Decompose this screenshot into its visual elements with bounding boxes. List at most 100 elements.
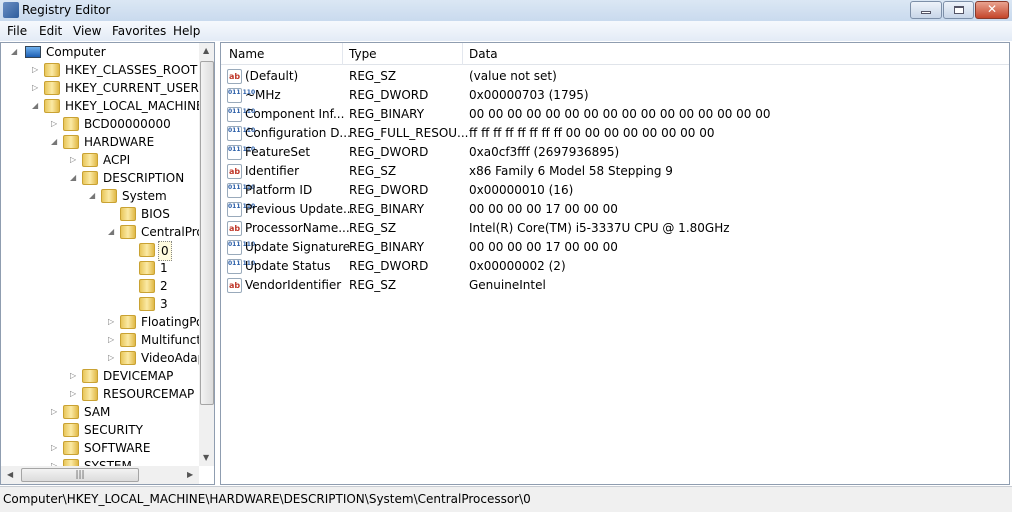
value-row[interactable]: ab VendorIdentifier REG_SZ GenuineIntel xyxy=(225,276,1005,295)
collapsed-arrow-icon[interactable]: ▷ xyxy=(51,115,59,133)
column-header-name[interactable]: Name xyxy=(229,47,264,61)
column-header-type[interactable]: Type xyxy=(349,47,377,61)
binary-value-icon: 011 110 xyxy=(227,145,255,160)
collapsed-arrow-icon[interactable]: ▷ xyxy=(70,367,78,385)
tree-item[interactable]: ▷ SAM xyxy=(1,403,199,421)
tree-item[interactable]: ▷ RESOURCEMAP xyxy=(1,385,199,403)
column-divider[interactable] xyxy=(462,43,463,65)
expanded-arrow-icon[interactable]: ◢ xyxy=(70,169,78,187)
value-row[interactable]: 011 110 Previous Update... REG_BINARY 00… xyxy=(225,200,1005,219)
folder-icon xyxy=(82,387,98,401)
value-row[interactable]: 011 110 Update Signature REG_BINARY 00 0… xyxy=(225,238,1005,257)
expanded-arrow-icon[interactable]: ◢ xyxy=(51,133,59,151)
tree-item[interactable]: ▷ ACPI xyxy=(1,151,199,169)
expanded-arrow-icon[interactable]: ◢ xyxy=(89,187,97,205)
tree-item-label: 0 xyxy=(158,241,172,261)
tree-item[interactable]: ▷ HKEY_CURRENT_USER xyxy=(1,79,199,97)
tree-item[interactable]: 1 xyxy=(1,259,199,277)
tree-item[interactable]: ◢ Computer xyxy=(1,43,199,61)
menu-favorites[interactable]: Favorites xyxy=(112,24,166,38)
scroll-down-icon[interactable]: ▼ xyxy=(203,453,209,462)
menu-bar: File Edit View Favorites Help xyxy=(0,21,1012,41)
tree-item-label: CentralPro xyxy=(141,225,204,239)
tree-horizontal-scroll-thumb[interactable]: ||| xyxy=(21,468,139,482)
value-row[interactable]: 011 110 Component Inf... REG_BINARY 00 0… xyxy=(225,105,1005,124)
collapsed-arrow-icon[interactable]: ▷ xyxy=(70,385,78,403)
collapsed-arrow-icon[interactable]: ▷ xyxy=(108,349,116,367)
tree-item[interactable]: 0 xyxy=(1,241,199,261)
tree-item[interactable]: 3 xyxy=(1,295,199,313)
minimize-button[interactable] xyxy=(910,1,942,19)
folder-icon xyxy=(63,135,79,149)
value-row[interactable]: ab Identifier REG_SZ x86 Family 6 Model … xyxy=(225,162,1005,181)
tree-item-label: BCD00000000 xyxy=(84,117,171,131)
expanded-arrow-icon[interactable]: ◢ xyxy=(11,43,19,61)
value-row[interactable]: 011 110 Configuration D... REG_FULL_RESO… xyxy=(225,124,1005,143)
folder-icon xyxy=(120,333,136,347)
value-name: Component Inf... xyxy=(245,107,345,121)
tree-horizontal-scrollbar[interactable]: ◀ ||| ▶ xyxy=(1,466,199,484)
value-row[interactable]: 011 110 FeatureSet REG_DWORD 0xa0cf3fff … xyxy=(225,143,1005,162)
value-type: REG_DWORD xyxy=(349,259,429,273)
value-name: Platform ID xyxy=(245,183,313,197)
menu-file[interactable]: File xyxy=(7,24,27,38)
collapsed-arrow-icon[interactable]: ▷ xyxy=(70,151,78,169)
maximize-button[interactable] xyxy=(943,1,974,19)
tree-item[interactable]: BIOS xyxy=(1,205,199,223)
values-list[interactable]: Name Type Data ab (Default) REG_SZ (valu… xyxy=(220,42,1010,485)
scroll-up-icon[interactable]: ▲ xyxy=(203,46,209,55)
tree-vertical-scroll-thumb[interactable] xyxy=(200,61,214,405)
value-row[interactable]: 011 110 Update Status REG_DWORD 0x000000… xyxy=(225,257,1005,276)
close-button[interactable]: ✕ xyxy=(975,1,1009,19)
collapsed-arrow-icon[interactable]: ▷ xyxy=(51,403,59,421)
menu-help[interactable]: Help xyxy=(173,24,200,38)
tree-item[interactable]: ▷ DEVICEMAP xyxy=(1,367,199,385)
value-row[interactable]: 011 110 ~MHz REG_DWORD 0x00000703 (1795) xyxy=(225,86,1005,105)
tree-item[interactable]: 2 xyxy=(1,277,199,295)
string-value-icon: ab xyxy=(227,278,242,293)
tree-item[interactable]: ◢ HARDWARE xyxy=(1,133,199,151)
tree-item[interactable]: ◢ CentralPro xyxy=(1,223,204,241)
tree-item[interactable]: ◢ System xyxy=(1,187,199,205)
folder-icon xyxy=(82,171,98,185)
value-name: Update Status xyxy=(245,259,331,273)
tree-item[interactable]: SECURITY xyxy=(1,421,199,439)
value-type: REG_FULL_RESOU... xyxy=(349,126,469,140)
collapsed-arrow-icon[interactable]: ▷ xyxy=(51,439,59,457)
folder-icon xyxy=(139,279,155,293)
tree-item[interactable]: ▷ FloatingPo xyxy=(1,313,203,331)
tree-item[interactable]: ▷ HKEY_CLASSES_ROOT xyxy=(1,61,199,79)
tree-item-label: SOFTWARE xyxy=(84,441,151,455)
column-header-data[interactable]: Data xyxy=(469,47,498,61)
collapsed-arrow-icon[interactable]: ▷ xyxy=(108,331,116,349)
tree-item[interactable]: ▷ VideoAdap xyxy=(1,349,205,367)
value-name: ~MHz xyxy=(245,88,281,102)
scroll-right-icon[interactable]: ▶ xyxy=(187,470,193,479)
tree-item[interactable]: ▷ Multifunct xyxy=(1,331,201,349)
tree-item[interactable]: ▷ SOFTWARE xyxy=(1,439,199,457)
collapsed-arrow-icon[interactable]: ▷ xyxy=(32,79,40,97)
value-row[interactable]: ab ProcessorName... REG_SZ Intel(R) Core… xyxy=(225,219,1005,238)
scroll-left-icon[interactable]: ◀ xyxy=(7,470,13,479)
tree-item[interactable]: ◢ DESCRIPTION xyxy=(1,169,199,187)
column-divider[interactable] xyxy=(342,43,343,65)
menu-edit[interactable]: Edit xyxy=(39,24,62,38)
value-row[interactable]: 011 110 Platform ID REG_DWORD 0x00000010… xyxy=(225,181,1005,200)
tree-vertical-scrollbar[interactable]: ▲ ▼ xyxy=(199,43,214,466)
tree-item-label: SAM xyxy=(84,405,111,419)
menu-view[interactable]: View xyxy=(73,24,101,38)
value-name: Configuration D... xyxy=(245,126,351,140)
collapsed-arrow-icon[interactable]: ▷ xyxy=(108,313,116,331)
collapsed-arrow-icon[interactable]: ▷ xyxy=(32,61,40,79)
value-type: REG_DWORD xyxy=(349,88,429,102)
folder-icon xyxy=(120,351,136,365)
folder-icon xyxy=(44,81,60,95)
binary-value-icon: 011 110 xyxy=(227,202,255,217)
expanded-arrow-icon[interactable]: ◢ xyxy=(32,97,40,115)
tree-item[interactable]: ▷ BCD00000000 xyxy=(1,115,199,133)
registry-tree[interactable]: ◢ Computer ▷ HKEY_CLASSES_ROOT ▷ HKEY_CURRENT… xyxy=(0,42,215,485)
folder-icon xyxy=(120,315,136,329)
expanded-arrow-icon[interactable]: ◢ xyxy=(108,223,116,241)
tree-item[interactable]: ◢ HKEY_LOCAL_MACHINE xyxy=(1,97,204,115)
value-row[interactable]: ab (Default) REG_SZ (value not set) xyxy=(225,67,1005,86)
